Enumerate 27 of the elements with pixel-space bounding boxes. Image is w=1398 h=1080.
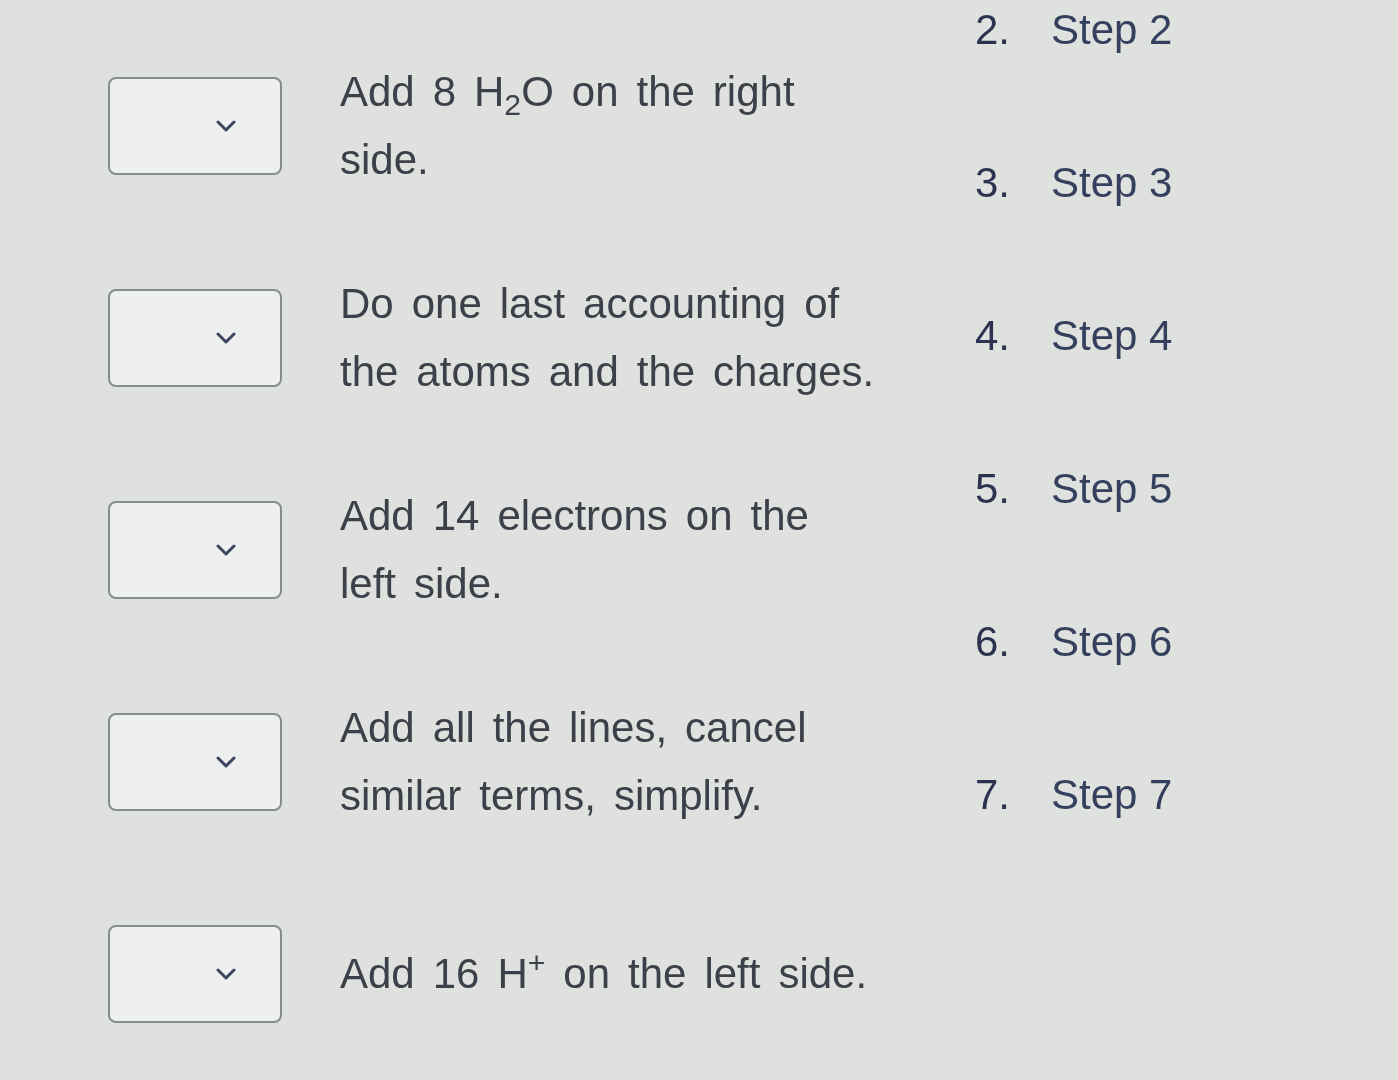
chevron-down-icon [216,756,236,768]
step-description: Add all the lines, cancel similar terms, simplify. [340,703,808,821]
step-label: Step 4 [1051,315,1173,357]
step-number: 7. [975,774,1012,816]
dropdown-field[interactable] [108,289,282,387]
step-label: Step 5 [1051,468,1173,510]
dropdown-field[interactable] [108,501,282,599]
step-label: Step 2 [1051,9,1173,51]
dropdown-field[interactable] [108,77,282,175]
step-label: Step 3 [1051,162,1173,204]
step-number: 5. [975,468,1012,510]
step-number: 3. [975,162,1012,204]
step-description: Do one last accounting of the atoms and the charges. [340,279,876,397]
step-number: 4. [975,315,1012,357]
step-description: Add 14 electrons on the left side. [340,491,810,609]
step-number: 2. [975,9,1012,51]
step-label: Step 7 [1051,774,1173,816]
dropdown-field[interactable] [108,713,282,811]
step-description: Add 16 H$^{+}$ on the left side. [340,945,869,999]
step-label: Step 6 [1051,621,1173,663]
step-number: 6. [975,621,1012,663]
chevron-down-icon [216,120,236,132]
chevron-down-icon [216,544,236,556]
chevron-down-icon [216,968,236,980]
dropdown-field[interactable] [108,925,282,1023]
step-description: Add 8 H$_{2}$O on the right side. [340,67,796,185]
chevron-down-icon [216,332,236,344]
